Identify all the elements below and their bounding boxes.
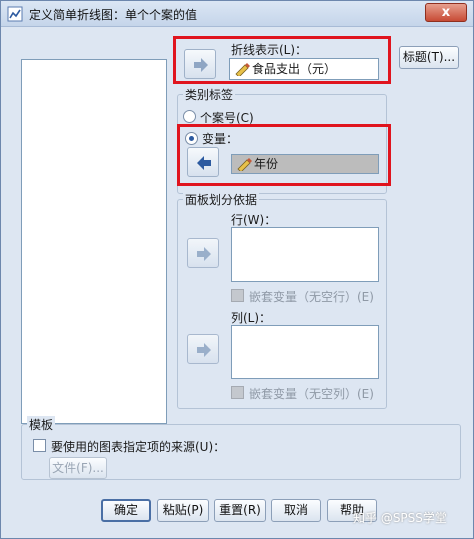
highlight-line-represents	[173, 36, 391, 84]
arrow-right-icon	[197, 247, 211, 261]
rows-label: 行(W)：	[231, 213, 277, 227]
columns-nest-label: 嵌套变量（无空列）(E)	[249, 387, 374, 401]
ok-button[interactable]: 确定	[101, 499, 151, 522]
use-spec-checkbox[interactable]	[33, 439, 46, 452]
source-variable-list[interactable]	[21, 59, 167, 424]
highlight-category-variable	[177, 124, 391, 186]
close-button[interactable]: x	[425, 3, 467, 22]
columns-field[interactable]	[231, 325, 379, 379]
template-legend: 模板	[27, 416, 56, 433]
line-chart-icon	[7, 6, 23, 22]
category-labels-legend: 类别标签	[183, 86, 236, 103]
rows-nest-label: 嵌套变量（无空行）(E)	[249, 290, 374, 304]
columns-label: 列(L)：	[231, 311, 272, 325]
use-spec-label: 要使用的图表指定项的来源(U)：	[51, 440, 226, 454]
dialog-window: 定义简单折线图：单个个案的值 x 折线表示(L)： 食品支出（元） 标题(T).…	[0, 0, 474, 539]
title-bar: 定义简单折线图：单个个案的值 x	[1, 1, 473, 27]
titles-button[interactable]: 标题(T)...	[399, 46, 459, 69]
case-number-radio[interactable]	[183, 110, 196, 123]
arrow-right-icon	[197, 343, 211, 357]
move-to-columns-button[interactable]	[187, 334, 219, 364]
paste-button[interactable]: 粘贴(P)	[157, 499, 209, 522]
watermark: 知乎 @SPSS学堂	[353, 511, 447, 525]
cancel-button[interactable]: 取消	[271, 499, 321, 522]
file-button[interactable]: 文件(F)...	[49, 457, 107, 479]
rows-field[interactable]	[231, 227, 379, 282]
rows-nest-checkbox[interactable]	[231, 289, 244, 302]
window-title: 定义简单折线图：单个个案的值	[29, 8, 198, 22]
panel-by-legend: 面板划分依据	[183, 191, 260, 208]
move-to-rows-button[interactable]	[187, 238, 219, 268]
reset-button[interactable]: 重置(R)	[214, 499, 266, 522]
columns-nest-checkbox[interactable]	[231, 386, 244, 399]
